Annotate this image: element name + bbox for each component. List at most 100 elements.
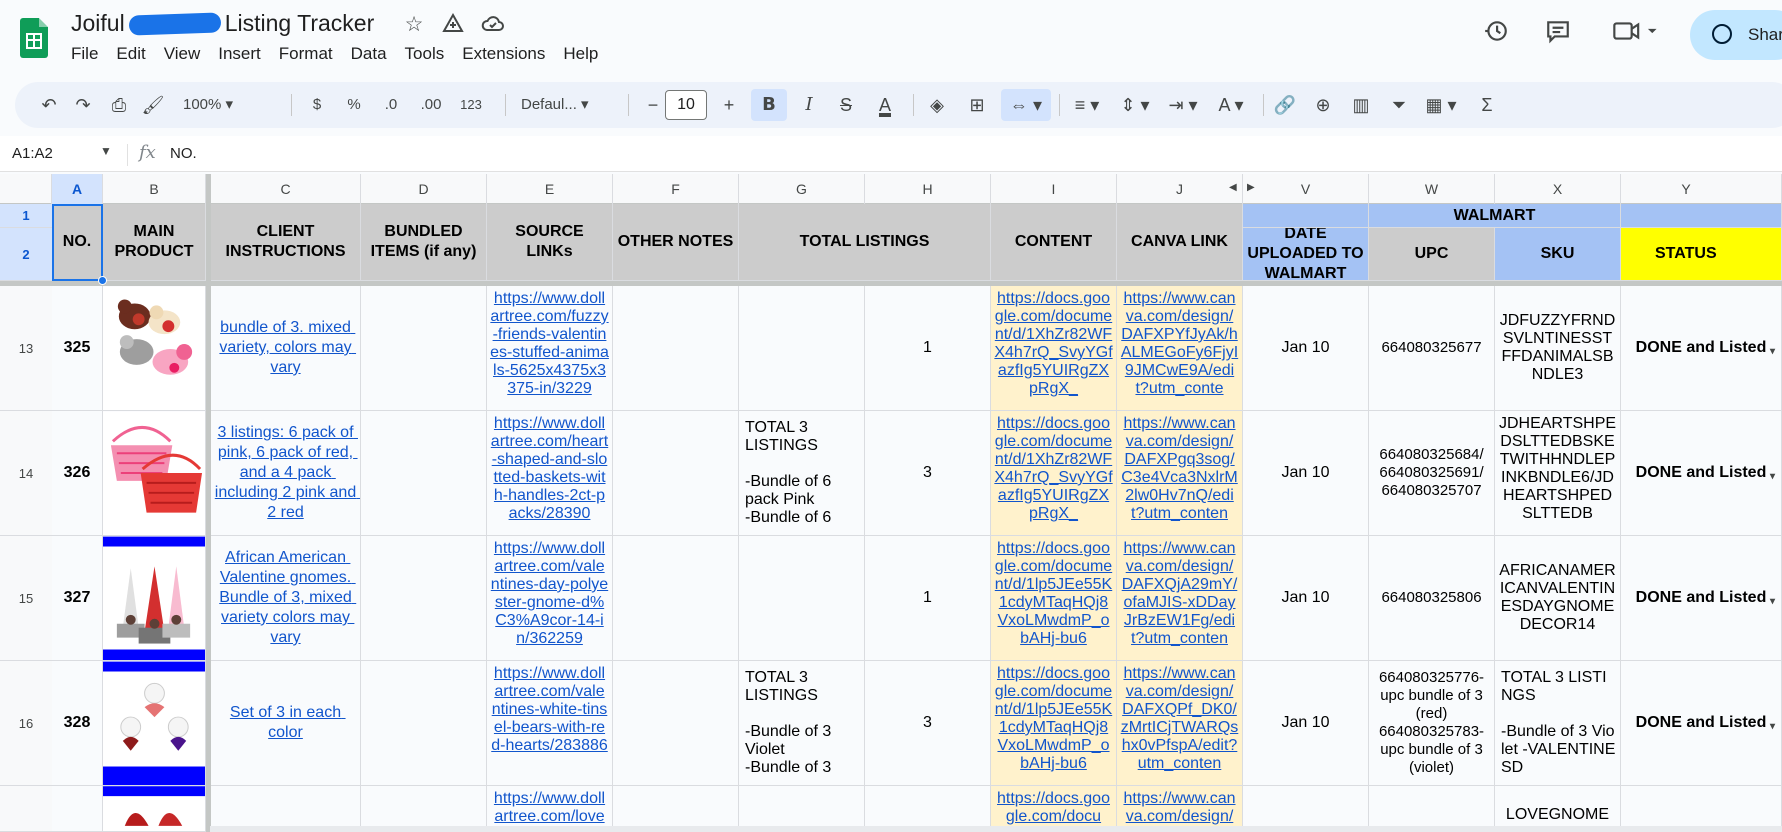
header-content[interactable]: CONTENT (991, 204, 1117, 281)
cell-content[interactable]: https://docs.google.com/document/d/1XhZr… (991, 411, 1117, 536)
header-total-listings[interactable]: TOTAL LISTINGS (739, 204, 991, 281)
cell-content[interactable]: https://docs.google.com/document/d/1lp5J… (991, 661, 1117, 786)
menu-format[interactable]: Format (279, 44, 333, 64)
cell-sku[interactable]: AFRICANAMERICANVALENTINESDAYGNOMEDECOR14 (1495, 536, 1621, 661)
cell-source[interactable]: https://www.dollartree.com/heart-shaped-… (487, 411, 613, 536)
expand-right-icon[interactable]: ▶ (1247, 182, 1255, 193)
text-wrapping-icon[interactable]: ⇥ ▾ (1161, 89, 1205, 121)
header-sku[interactable]: SKU (1495, 228, 1621, 281)
currency-format-button[interactable]: $ (301, 89, 333, 121)
cell-source[interactable]: https://www.dollartree.com/fuzzy-friends… (487, 286, 613, 411)
cell-instructions[interactable]: Set of 3 in each color (211, 661, 361, 786)
text-rotation-icon[interactable]: A ▾ (1209, 89, 1253, 121)
zoom-select[interactable]: 100% ▾ (183, 89, 253, 121)
functions-icon[interactable]: Σ (1471, 89, 1503, 121)
insert-chart-icon[interactable]: ▥ (1345, 89, 1377, 121)
header-source-links[interactable]: SOURCE LINKs (487, 204, 613, 281)
col-header-j[interactable]: J (1117, 174, 1243, 204)
header-walmart-blank[interactable] (1243, 204, 1369, 228)
cell-canva[interactable]: https://www.canva.com/design/DAFXQPf_DK0… (1117, 661, 1243, 786)
percent-format-button[interactable]: % (338, 89, 370, 121)
cell-status[interactable]: ▾ DONE and Listed (1621, 536, 1782, 661)
cell-total[interactable]: 1 (865, 286, 991, 411)
cell-status[interactable]: ▾ DONE and Listed (1621, 661, 1782, 786)
cell-total-notes[interactable]: TOTAL 3 LISTINGS -Bundle of 6 pack Pink … (739, 411, 865, 536)
cell-no[interactable]: 326 (52, 411, 103, 536)
filter-views-icon[interactable]: ▦ ▾ (1419, 89, 1463, 121)
cell-sku[interactable]: JDHEARTSHPEDSLTTEDBSKETWITHHNDLEPINKBNDL… (1495, 411, 1621, 536)
paint-format-icon[interactable]: 🖌 (137, 89, 169, 121)
undo-icon[interactable]: ↶ (33, 89, 65, 121)
cell-date[interactable]: Jan 10 (1243, 536, 1369, 661)
col-header-v[interactable]: V (1243, 174, 1369, 204)
status-dropdown-icon[interactable]: ▾ (1770, 467, 1775, 487)
cell-canva[interactable]: https://www.canva.com/design/DAFXQjA29mY… (1117, 536, 1243, 661)
cell-status[interactable]: ▾ DONE and Listed (1621, 286, 1782, 411)
cell-canva[interactable]: https://www.canva.com/design/DAFXPYfJyAk… (1117, 286, 1243, 411)
cell-total[interactable]: 3 (865, 661, 991, 786)
insert-comment-icon[interactable]: ⊕ (1307, 89, 1339, 121)
cell-notes[interactable] (613, 536, 739, 661)
cell-content[interactable]: https://docs.google.com/document/d/1XhZr… (991, 286, 1117, 411)
borders-icon[interactable]: ⊞ (961, 89, 993, 121)
menu-tools[interactable]: Tools (405, 44, 445, 64)
product-image[interactable] (103, 411, 206, 536)
cell-upc[interactable]: 664080325684/ 664080325691/ 664080325707 (1369, 411, 1495, 536)
redo-icon[interactable]: ↷ (67, 89, 99, 121)
col-header-i[interactable]: I (991, 174, 1117, 204)
decrease-decimal-button[interactable]: .0 (375, 89, 407, 121)
header-other-notes[interactable]: OTHER NOTES (613, 204, 739, 281)
col-header-e[interactable]: E (487, 174, 613, 204)
menu-insert[interactable]: Insert (218, 44, 261, 64)
cell-upc[interactable]: 664080325806 (1369, 536, 1495, 661)
cell-upc[interactable]: 664080325677 (1369, 286, 1495, 411)
name-box[interactable]: A1:A2 (12, 145, 53, 162)
sheets-logo-icon[interactable] (20, 18, 48, 58)
header-status[interactable]: STATUS (1621, 228, 1782, 281)
status-dropdown-icon[interactable]: ▾ (1770, 592, 1775, 612)
print-icon[interactable]: ⎙ (103, 89, 135, 121)
cell-status[interactable]: ▾ DONE and Listed (1621, 411, 1782, 536)
cell-no[interactable] (52, 786, 103, 832)
row-header-1[interactable]: 1 (0, 204, 52, 228)
cell-source[interactable]: https://www.dollartree.com/valentines-da… (487, 536, 613, 661)
menu-data[interactable]: Data (351, 44, 387, 64)
name-box-dropdown-icon[interactable]: ▼ (100, 144, 112, 158)
cell-total-notes[interactable] (739, 286, 865, 411)
vertical-align-icon[interactable]: ⇕ ▾ (1113, 89, 1157, 121)
strikethrough-icon[interactable]: S (830, 89, 862, 121)
cell-sku[interactable]: TOTAL 3 LISTINGS -Bundle of 3 Violet -VA… (1495, 661, 1621, 786)
horizontal-align-icon[interactable]: ≡ ▾ (1065, 89, 1109, 121)
product-image[interactable] (103, 536, 206, 661)
bold-icon[interactable]: B (751, 89, 787, 121)
cell-notes[interactable] (613, 286, 739, 411)
header-canva-link[interactable]: CANVA LINK (1117, 204, 1243, 281)
menu-help[interactable]: Help (563, 44, 598, 64)
header-date-uploaded[interactable]: DATE UPLOADED TO WALMART (1243, 228, 1369, 281)
text-color-icon[interactable]: A (869, 89, 901, 121)
star-icon[interactable]: ☆ (401, 12, 427, 38)
header-bundled-items[interactable]: BUNDLED ITEMS (if any) (361, 204, 487, 281)
cell-instructions[interactable]: 3 listings: 6 pack of pink, 6 pack of re… (211, 411, 361, 536)
cell-date[interactable]: Jan 10 (1243, 411, 1369, 536)
version-history-icon[interactable] (1480, 18, 1512, 50)
cell-total-notes[interactable]: TOTAL 3 LISTINGS -Bundle of 3 Violet -Bu… (739, 661, 865, 786)
cell-source[interactable]: https://www.dollartree.com/valentines-wh… (487, 661, 613, 786)
product-image[interactable] (103, 661, 206, 786)
cell-total[interactable]: 1 (865, 536, 991, 661)
cell-instructions[interactable]: bundle of 3. mixed variety, colors may v… (211, 286, 361, 411)
row-header-14[interactable]: 14 (0, 411, 52, 536)
cell-sku[interactable]: JDFUZZYFRNDSVLNTINESSTFFDANIMALSBNDLE3 (1495, 286, 1621, 411)
meet-icon[interactable] (1610, 18, 1662, 50)
row-header-13[interactable]: 13 (0, 286, 52, 411)
col-header-h[interactable]: H (865, 174, 991, 204)
col-header-f[interactable]: F (613, 174, 739, 204)
menu-view[interactable]: View (164, 44, 201, 64)
more-formats-button[interactable]: 123 (455, 89, 487, 121)
col-header-b[interactable]: B (103, 174, 206, 204)
col-header-y[interactable]: Y (1621, 174, 1782, 204)
cell-no[interactable]: 325 (52, 286, 103, 411)
collapse-left-icon[interactable]: ◀ (1229, 182, 1237, 193)
increase-font-size-icon[interactable]: + (713, 89, 745, 121)
header-client-instructions[interactable]: CLIENT INSTRUCTIONS (211, 204, 361, 281)
